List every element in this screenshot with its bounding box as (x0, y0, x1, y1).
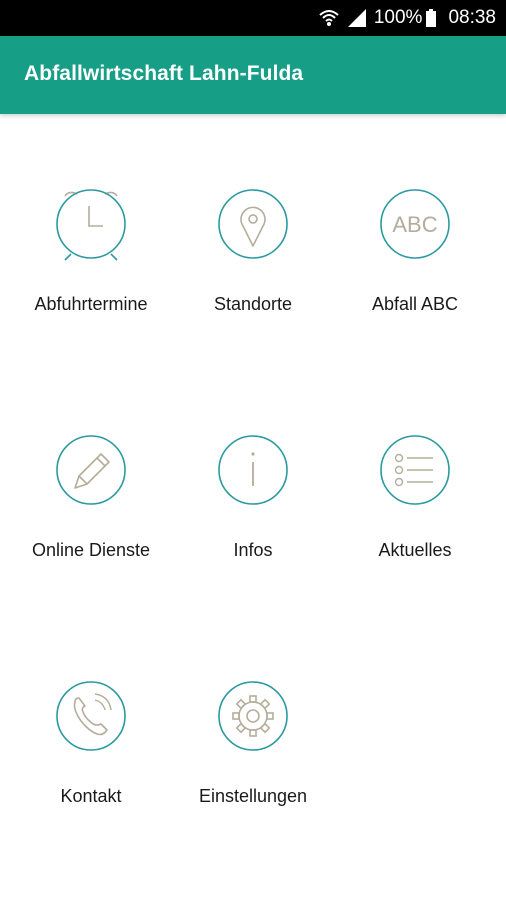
menu-item-einstellungen[interactable]: Einstellungen (169, 678, 337, 878)
status-bar: 100% 08:38 (0, 0, 506, 36)
menu-item-standorte[interactable]: Standorte (169, 186, 337, 386)
menu-grid: Abfuhrtermine Standorte ABC Abfall ABC O… (0, 114, 506, 900)
pencil-icon (51, 432, 131, 512)
wifi-icon (318, 8, 340, 28)
alarm-clock-icon (51, 186, 131, 266)
info-icon (213, 432, 293, 512)
menu-item-abfuhrtermine[interactable]: Abfuhrtermine (7, 186, 175, 386)
menu-item-abfall-abc[interactable]: ABC Abfall ABC (331, 186, 499, 386)
list-icon (375, 432, 455, 512)
app-bar: Abfallwirtschaft Lahn-Fulda (0, 36, 506, 114)
menu-item-label: Abfall ABC (371, 294, 459, 314)
menu-item-label: Abfuhrtermine (34, 294, 148, 314)
battery-icon (426, 9, 437, 27)
menu-item-label: Aktuelles (378, 540, 452, 560)
menu-item-label: Standorte (213, 294, 293, 314)
menu-item-label: Online Dienste (31, 540, 151, 560)
app-title: Abfallwirtschaft Lahn-Fulda (24, 62, 304, 85)
menu-item-label: Kontakt (60, 786, 122, 806)
menu-item-online-dienste[interactable]: Online Dienste (7, 432, 175, 632)
abc-icon-text: ABC (392, 212, 437, 237)
battery-percent: 100% (373, 7, 423, 28)
menu-item-label: Einstellungen (198, 786, 308, 806)
gear-icon (213, 678, 293, 758)
menu-item-infos[interactable]: Infos (169, 432, 337, 632)
menu-item-aktuelles[interactable]: Aktuelles (331, 432, 499, 632)
signal-icon (347, 9, 366, 27)
menu-item-label: Infos (233, 540, 273, 560)
clock-time: 08:38 (448, 7, 496, 28)
phone-icon (51, 678, 131, 758)
menu-item-kontakt[interactable]: Kontakt (7, 678, 175, 878)
location-pin-icon (213, 186, 293, 266)
abc-icon: ABC (375, 186, 455, 266)
